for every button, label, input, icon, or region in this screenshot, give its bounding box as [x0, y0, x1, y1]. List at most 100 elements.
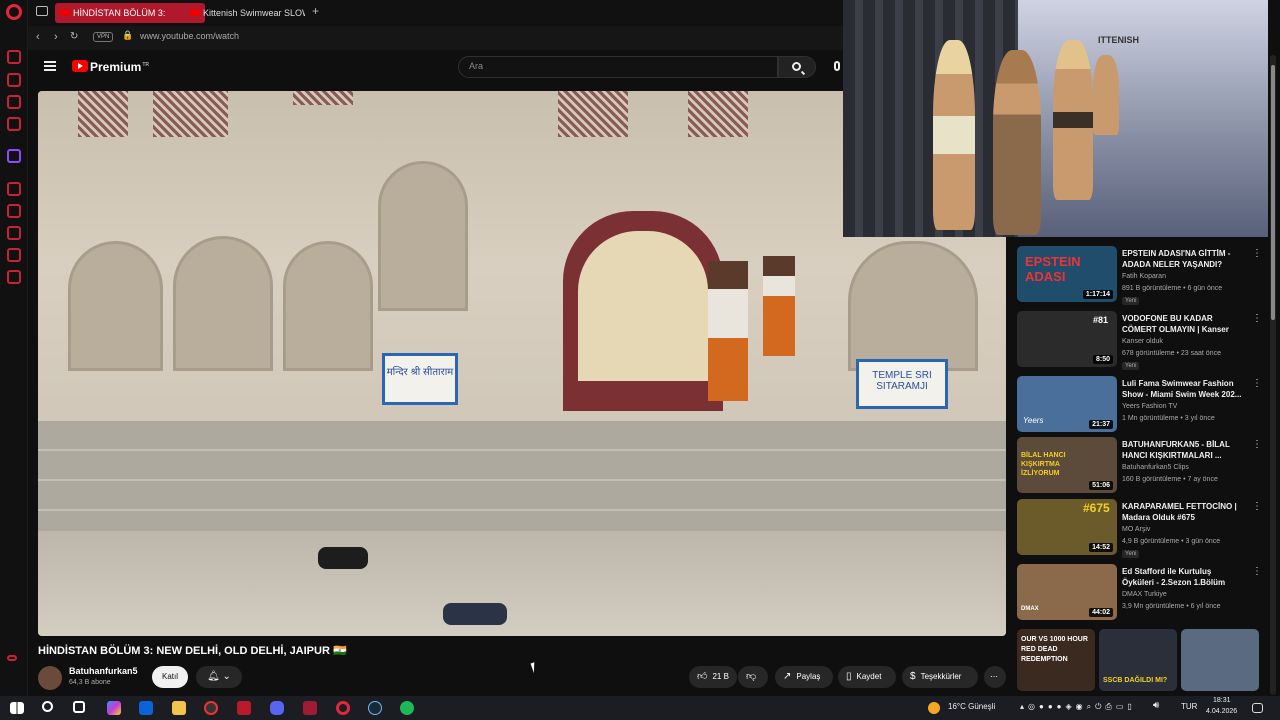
video-thumbnail[interactable]: #675 14:52 [1017, 499, 1117, 555]
copilot-icon[interactable] [107, 701, 121, 715]
weather-icon[interactable] [928, 702, 940, 714]
share-button[interactable]: ↗ Paylaş [775, 666, 833, 688]
more-options-icon[interactable]: ⋮ [1252, 248, 1262, 259]
list-item[interactable]: DMAX 44:02 Ed Stafford ile Kurtuluş Öykül… [1017, 564, 1267, 624]
video-thumbnail[interactable]: EPSTEIN ADASI 1:17:14 [1017, 246, 1117, 302]
picture-in-picture-video[interactable]: ITTENISH [843, 0, 1268, 237]
thanks-button[interactable]: $ Teşekkürler [902, 666, 978, 688]
more-options-icon[interactable]: ⋮ [1252, 439, 1262, 450]
channel-name[interactable]: Batuhanfurkan5 [69, 666, 138, 676]
sidebar-messenger-icon[interactable] [7, 95, 21, 109]
sidebar-gx-icon[interactable] [7, 655, 17, 661]
url-field[interactable]: www.youtube.com/watch [140, 31, 239, 41]
youtube-brand[interactable]: PremiumTR [90, 60, 149, 74]
sidebar-aria-icon[interactable] [7, 73, 21, 87]
sidebar-history-icon[interactable] [7, 50, 21, 64]
volume-icon[interactable]: 🔊︎ [1153, 700, 1159, 711]
tray-icons[interactable]: ▴◎●●●◈◉⌕⏻⎙▭▯ [1020, 702, 1136, 712]
scrollbar-thumb[interactable] [1271, 65, 1275, 320]
back-icon[interactable]: ‹ [36, 31, 40, 43]
more-options-icon[interactable]: ⋮ [1252, 313, 1262, 324]
new-badge: Yeni [1122, 297, 1140, 305]
spotify-icon[interactable] [400, 701, 414, 715]
video-thumbnail[interactable]: DMAX 44:02 [1017, 564, 1117, 620]
like-button[interactable]: 👍︎ 21 B [689, 666, 737, 688]
short-thumbnail[interactable]: SSCB DAĞILDI MI? [1099, 629, 1177, 691]
search-input[interactable]: Ara [458, 56, 778, 78]
short-thumbnail[interactable]: OUR VS 1000 HOUR RED DEAD REDEMPTION [1017, 629, 1095, 691]
video-thumbnail[interactable]: BİLAL HANCI KIŞKIRTMA İZLİYORUM 51:06 [1017, 437, 1117, 493]
sidebar-twitch-icon[interactable] [7, 149, 21, 163]
app-icon[interactable] [237, 701, 251, 715]
more-actions-button[interactable]: ⋯ [984, 666, 1006, 688]
video-title[interactable]: Ed Stafford ile Kurtuluş Öyküleri - 2.Se… [1122, 566, 1244, 590]
vpn-badge[interactable]: VPN [93, 32, 114, 42]
opera-icon[interactable] [336, 701, 350, 715]
sidebar-downloads-icon[interactable] [7, 248, 21, 262]
video-title[interactable]: BATUHANFURKAN5 - BİLAL HANCI KIŞKIRTMALA… [1122, 439, 1244, 461]
video-thumbnail[interactable]: #81 8:50 [1017, 311, 1117, 367]
list-item[interactable]: #81 8:50 VODOFONE BU KADAR CÖMERT OLMAYIN… [1017, 311, 1267, 371]
save-button[interactable]: ▯ Kaydet [838, 666, 896, 688]
start-icon[interactable] [10, 702, 24, 714]
discord-icon[interactable] [270, 701, 284, 715]
task-view-icon[interactable] [73, 701, 85, 713]
tab-kittenish[interactable]: Kittenish Swimwear SLOW [185, 3, 305, 23]
sidebar-bookmark-icon[interactable] [7, 204, 21, 218]
notification-bell-button[interactable]: 🔔︎ ⌄ [196, 666, 242, 688]
channel-avatar[interactable] [38, 666, 62, 690]
sidebar-gmail-icon[interactable] [7, 117, 21, 131]
channel-name[interactable]: Batuhanfurkan5 Clips [1122, 464, 1189, 471]
forward-icon[interactable]: › [54, 31, 58, 43]
opera-gx-icon[interactable] [303, 701, 317, 715]
video-meta: 4,9 B görüntüleme • 3 gün önce [1122, 538, 1221, 545]
list-item[interactable]: EPSTEIN ADASI 1:17:14 EPSTEIN ADASI'NA Gİ… [1017, 246, 1267, 306]
temple-courtyard [578, 231, 708, 381]
dislike-button[interactable]: 👎︎ [738, 666, 768, 688]
clock-date[interactable]: 4.04.2026 [1206, 708, 1237, 715]
list-item[interactable]: Yeers 21:37 Luli Fama Swimwear Fashion Sh… [1017, 376, 1267, 436]
steam-icon[interactable] [368, 701, 382, 715]
more-options-icon[interactable]: ⋮ [1252, 566, 1262, 577]
youtube-favicon-icon [190, 9, 200, 16]
opera-logo-icon[interactable] [6, 4, 22, 20]
channel-name[interactable]: Kanser olduk [1122, 338, 1163, 345]
file-explorer-icon[interactable] [172, 701, 186, 715]
sidebar-clock-icon[interactable] [7, 226, 21, 240]
tab-menu-icon[interactable] [36, 6, 48, 16]
reload-icon[interactable]: ↻ [70, 31, 78, 42]
language-indicator[interactable]: TUR [1181, 702, 1197, 711]
clock-time[interactable]: 18:31 [1213, 697, 1231, 704]
search-icon[interactable] [42, 701, 53, 712]
more-options-icon[interactable]: ⋮ [1252, 501, 1262, 512]
sidebar-player-icon[interactable] [7, 182, 21, 196]
list-item[interactable]: BİLAL HANCI KIŞKIRTMA İZLİYORUM 51:06 BAT… [1017, 437, 1267, 497]
channel-name[interactable]: MO Arşiv [1122, 526, 1150, 533]
tab-hindistan[interactable]: HİNDİSTAN BÖLÜM 3: [55, 3, 205, 23]
app-icon[interactable] [204, 701, 218, 715]
channel-name[interactable]: DMAX Turkiye [1122, 591, 1167, 598]
video-title[interactable]: Luli Fama Swimwear Fashion Show - Miami … [1122, 378, 1244, 400]
video-meta: 678 görüntüleme • 23 saat önce [1122, 350, 1221, 357]
more-options-icon[interactable]: ⋮ [1252, 378, 1262, 389]
outlook-icon[interactable] [139, 701, 153, 715]
weather-text[interactable]: 16°C Güneşli [948, 702, 995, 711]
search-button[interactable] [778, 56, 816, 78]
scrollbar[interactable] [1270, 55, 1276, 695]
video-title[interactable]: KARAPARAMEL FETTOCİNO | Madara Olduk #67… [1122, 501, 1244, 523]
channel-name[interactable]: Fatih Koparan [1122, 273, 1166, 280]
channel-name[interactable]: Yeers Fashion TV [1122, 403, 1177, 410]
join-button[interactable]: Katıl [152, 666, 188, 688]
hamburger-menu-icon[interactable] [44, 61, 56, 71]
notifications-icon[interactable] [1252, 703, 1263, 713]
list-item[interactable]: #675 14:52 KARAPARAMEL FETTOCİNO | Madara… [1017, 499, 1267, 559]
sidebar-settings-icon[interactable] [7, 270, 21, 284]
video-thumbnail[interactable]: Yeers 21:37 [1017, 376, 1117, 432]
video-title[interactable]: VODOFONE BU KADAR CÖMERT OLMAYIN | Kanse… [1122, 313, 1244, 337]
youtube-logo-icon[interactable] [72, 60, 88, 72]
video-title[interactable]: EPSTEIN ADASI'NA GİTTİM - ADADA NELER YA… [1122, 248, 1244, 270]
microphone-icon[interactable] [834, 61, 840, 71]
short-thumbnail[interactable] [1181, 629, 1259, 691]
lock-icon[interactable]: 🔒 [122, 30, 133, 41]
new-tab-button[interactable]: + [312, 4, 319, 18]
